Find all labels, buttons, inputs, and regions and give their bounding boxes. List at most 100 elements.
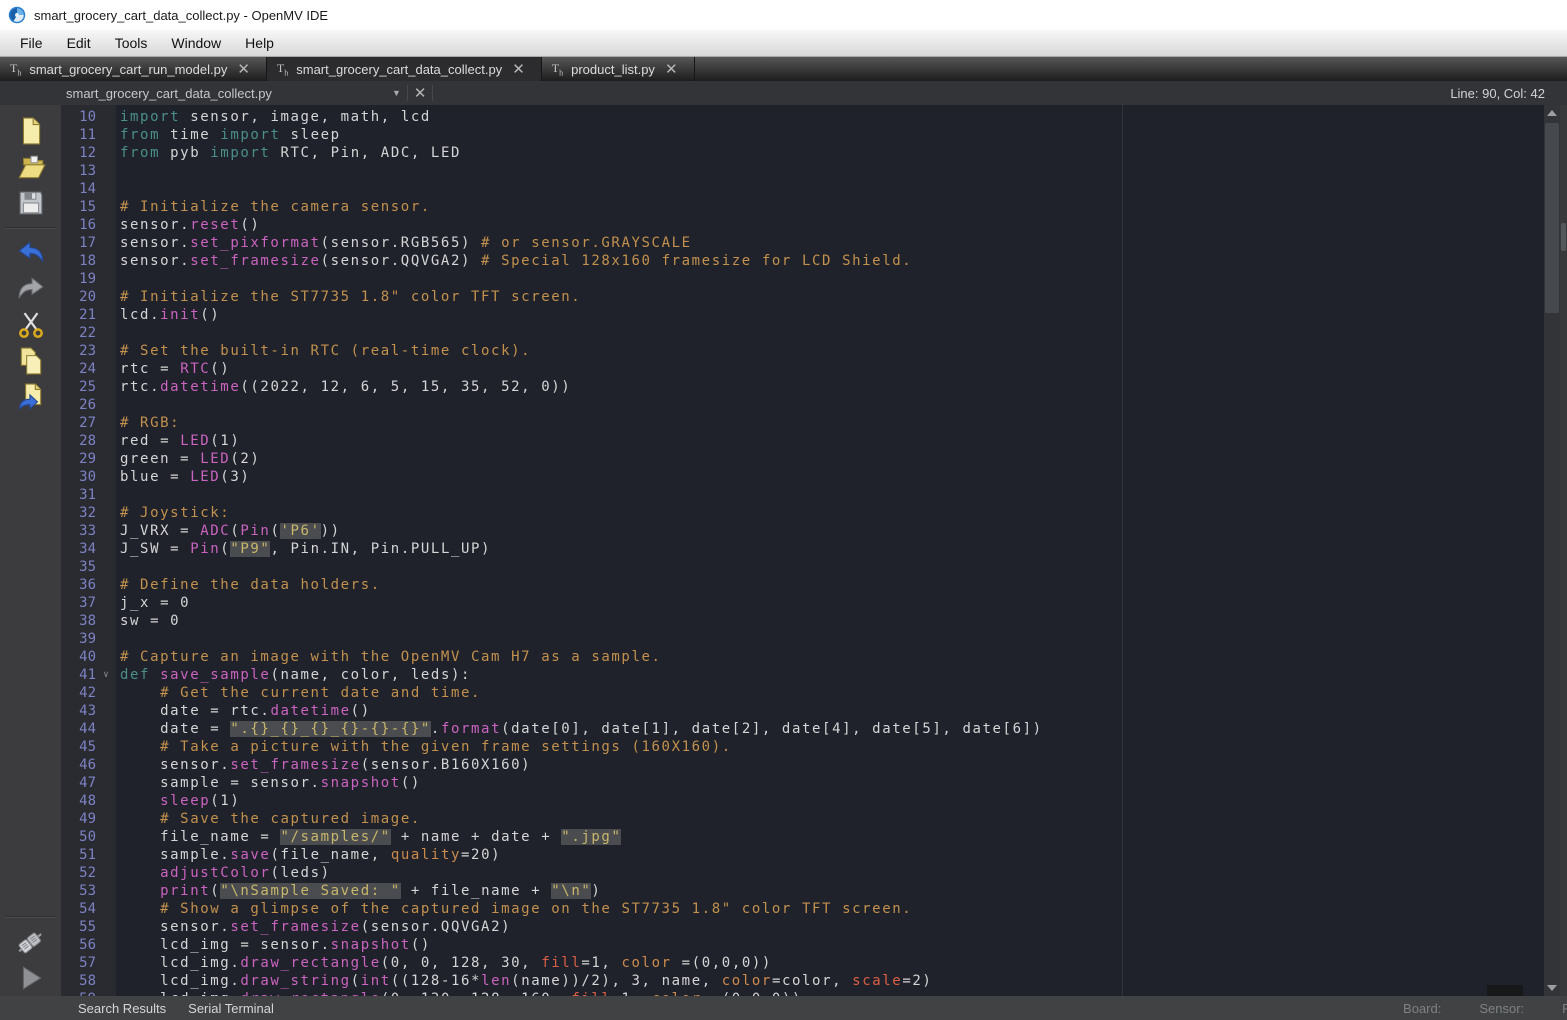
fold-arrow-icon[interactable]: ∨ [96, 666, 116, 684]
status-tab-serial-terminal[interactable]: Serial Terminal [188, 1001, 274, 1016]
tab-close-icon[interactable]: ✕ [235, 60, 252, 78]
line-number: 34 [62, 540, 116, 558]
document-dropdown-icon[interactable]: ▼ [392, 88, 401, 98]
editor-scrollbar[interactable] [1544, 105, 1560, 996]
code-line: lcd_img = sensor.snapshot() [116, 936, 1544, 954]
tab-close-icon[interactable]: ✕ [663, 60, 680, 78]
line-number: 51 [62, 846, 116, 864]
code-line: sample = sensor.snapshot() [116, 774, 1544, 792]
scrollbar-thumb[interactable] [1545, 123, 1559, 313]
code-line: print("\nSample Saved: " + file_name + "… [116, 882, 1544, 900]
code-line: J_SW = Pin("P9", Pin.IN, Pin.PULL_UP) [116, 540, 1544, 558]
code-line: J_VRX = ADC(Pin('P6')) [116, 522, 1544, 540]
document-close-icon[interactable]: ✕ [414, 84, 427, 102]
line-number: 18 [62, 252, 116, 270]
line-number: 21 [62, 306, 116, 324]
code-line [116, 396, 1544, 414]
line-number: 59 [62, 990, 116, 996]
paste-button[interactable] [11, 380, 51, 414]
run-button[interactable] [11, 961, 51, 995]
line-number: 49 [62, 810, 116, 828]
open-file-icon [16, 154, 46, 180]
file-tab-smart_grocery_cart_run_model-py[interactable]: Thsmart_grocery_cart_run_model.py✕ [0, 57, 267, 81]
openmv-ide-window: smart_grocery_cart_data_collect.py - Ope… [0, 0, 1567, 1020]
code-line: lcd_img.draw_rectangle(0, 130, 128, 160,… [116, 990, 1544, 996]
copy-icon [18, 347, 44, 375]
toolbar-separator [5, 916, 57, 918]
python-file-icon: Th [277, 61, 288, 77]
line-number: 52 [62, 864, 116, 882]
scrollbar-down-arrow-icon[interactable] [1544, 980, 1560, 996]
file-tab-product_list-py[interactable]: Thproduct_list.py✕ [542, 57, 695, 81]
code-line: date = rtc.datetime() [116, 702, 1544, 720]
menu-item-window[interactable]: Window [159, 32, 233, 54]
code-area[interactable]: import sensor, image, math, lcdfrom time… [116, 105, 1544, 996]
status-label-sensor: Sensor: [1479, 1001, 1524, 1016]
code-line: adjustColor(leds) [116, 864, 1544, 882]
editor-document-bar: smart_grocery_cart_data_collect.py ▼ ✕ L… [0, 81, 1567, 105]
new-file-button[interactable] [11, 114, 51, 148]
status-tab-search-results[interactable]: Search Results [78, 1001, 166, 1016]
line-number: 17 [62, 234, 116, 252]
line-number: 23 [62, 342, 116, 360]
line-number: 38 [62, 612, 116, 630]
copy-button[interactable] [11, 344, 51, 378]
line-number: 42 [62, 684, 116, 702]
line-number: 50 [62, 828, 116, 846]
line-number: 25 [62, 378, 116, 396]
line-number: 53 [62, 882, 116, 900]
code-line: sensor.set_framesize(sensor.QQVGA2) # Sp… [116, 252, 1544, 270]
code-line: sw = 0 [116, 612, 1544, 630]
code-line: # Save the captured image. [116, 810, 1544, 828]
tab-close-icon[interactable]: ✕ [510, 60, 527, 78]
python-file-icon: Th [10, 61, 21, 77]
menu-item-file[interactable]: File [8, 32, 55, 54]
undo-icon [16, 241, 46, 265]
line-number: 32 [62, 504, 116, 522]
code-line: lcd_img.draw_rectangle(0, 0, 128, 30, fi… [116, 954, 1544, 972]
menu-item-tools[interactable]: Tools [103, 32, 160, 54]
redo-icon [16, 277, 46, 301]
code-line: rtc.datetime((2022, 12, 6, 5, 15, 35, 52… [116, 378, 1544, 396]
code-line: rtc = RTC() [116, 360, 1544, 378]
title-bar: smart_grocery_cart_data_collect.py - Ope… [0, 0, 1567, 30]
status-label-fi: Fi [1562, 1001, 1567, 1016]
line-number: 40 [62, 648, 116, 666]
line-number: 41∨ [62, 666, 116, 684]
cut-button[interactable] [11, 308, 51, 342]
openmv-logo-icon [8, 6, 26, 24]
code-line [116, 630, 1544, 648]
connect-button[interactable] [11, 925, 51, 959]
code-line: blue = LED(3) [116, 468, 1544, 486]
code-editor[interactable]: 1011121314151617181920212223242526272829… [62, 105, 1567, 996]
code-line: # Joystick: [116, 504, 1544, 522]
code-line: file_name = "/samples/" + name + date + … [116, 828, 1544, 846]
code-line: from pyb import RTC, Pin, ADC, LED [116, 144, 1544, 162]
open-document-name[interactable]: smart_grocery_cart_data_collect.py [66, 86, 272, 101]
code-line: import sensor, image, math, lcd [116, 108, 1544, 126]
redo-button[interactable] [11, 272, 51, 306]
file-tab-smart_grocery_cart_data_collect-py[interactable]: Thsmart_grocery_cart_data_collect.py✕ [267, 57, 542, 81]
line-number: 15 [62, 198, 116, 216]
code-line: lcd_img.draw_string(int((128-16*len(name… [116, 972, 1544, 990]
line-number: 54 [62, 900, 116, 918]
undo-button[interactable] [11, 236, 51, 270]
code-line: red = LED(1) [116, 432, 1544, 450]
edge-scroll-thumb[interactable] [1561, 223, 1566, 251]
code-line: # Initialize the camera sensor. [116, 198, 1544, 216]
menu-item-help[interactable]: Help [233, 32, 286, 54]
line-number-gutter: 1011121314151617181920212223242526272829… [62, 105, 116, 996]
save-icon [18, 190, 44, 216]
status-bar: Search Results Serial Terminal Board: Senso… [0, 996, 1567, 1020]
open-file-button[interactable] [11, 150, 51, 184]
line-number: 12 [62, 144, 116, 162]
save-button[interactable] [11, 186, 51, 220]
window-edge-scroll-strip[interactable] [1560, 105, 1567, 996]
scrollbar-up-arrow-icon[interactable] [1544, 105, 1560, 121]
code-line: # RGB: [116, 414, 1544, 432]
code-line: # Set the built-in RTC (real-time clock)… [116, 342, 1544, 360]
status-label-board: Board: [1403, 1001, 1441, 1016]
line-number: 57 [62, 954, 116, 972]
code-line: sensor.set_pixformat(sensor.RGB565) # or… [116, 234, 1544, 252]
menu-item-edit[interactable]: Edit [55, 32, 103, 54]
